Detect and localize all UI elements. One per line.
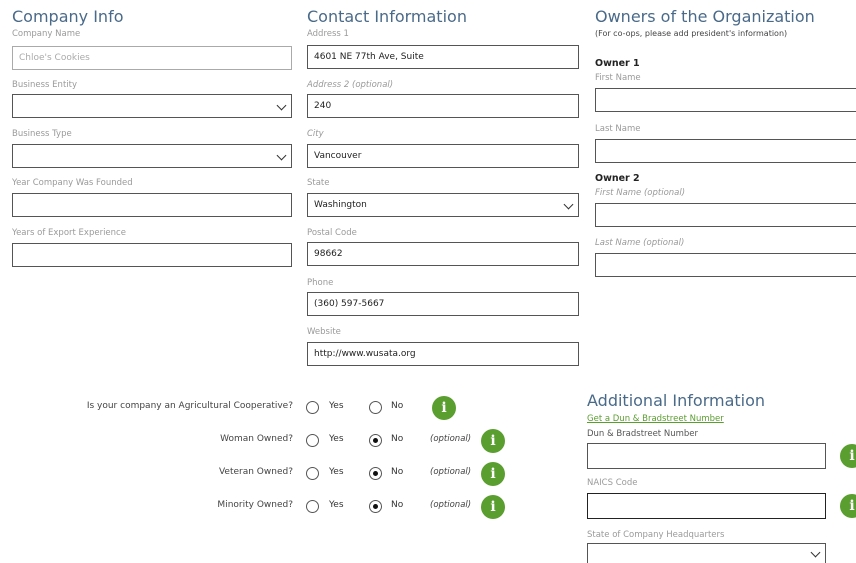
dnb-number-label: Dun & Bradstreet Number [587,429,698,439]
owner1-title: Owner 1 [595,58,640,69]
owner2-first-name-label: First Name (optional) [595,188,686,198]
woman-no-radio[interactable] [369,434,382,447]
company-name-label: Company Name [12,29,81,39]
minority-yes-radio[interactable] [306,500,319,513]
address1-input[interactable]: 4601 NE 77th Ave, Suite [307,45,579,69]
address2-label: Address 2 (optional) [307,80,394,90]
owner2-last-name-input[interactable] [595,253,856,277]
company-name-input[interactable]: Chloe's Cookies [12,46,292,70]
company-info-heading: Company Info [12,7,124,26]
owner1-last-name-input[interactable] [595,139,856,163]
veteran-yes-label: Yes [329,467,344,477]
woman-yes-label: Yes [329,434,344,444]
coop-no-radio[interactable] [369,401,382,414]
minority-optional-text: (optional) [430,500,472,510]
postal-code-input[interactable]: 98662 [307,242,579,266]
minority-owned-label: Minority Owned? [217,500,293,510]
dnb-number-link[interactable]: Get a Dun & Bradstreet Number [587,414,724,424]
coop-no-label: No [391,401,404,411]
coop-yes-label: Yes [329,401,344,411]
hq-state-label: State of Company Headquarters [587,530,725,540]
dnb-number-input[interactable] [587,443,826,469]
postal-code-label: Postal Code [307,228,357,238]
owners-heading: Owners of the Organization [595,7,815,26]
phone-label: Phone [307,278,334,288]
owner2-title: Owner 2 [595,173,640,184]
owner2-first-name-input[interactable] [595,203,856,227]
chevron-down-icon [276,150,287,161]
company-name-value: Chloe's Cookies [19,53,90,63]
naics-code-input[interactable] [587,493,826,519]
veteran-optional-text: (optional) [430,467,472,477]
address2-input[interactable]: 240 [307,94,579,118]
chevron-down-icon [810,547,821,558]
business-type-label: Business Type [12,129,72,139]
contact-info-heading: Contact Information [307,7,467,26]
info-icon[interactable]: i [481,429,505,453]
minority-no-label: No [391,500,404,510]
export-experience-label: Years of Export Experience [12,228,126,238]
info-icon[interactable]: i [481,462,505,486]
woman-no-label: No [391,434,404,444]
owner2-last-name-label: Last Name (optional) [595,238,685,248]
owner1-last-name-label: Last Name [595,124,641,134]
owners-subheading: (For co-ops, please add president's info… [595,29,788,38]
info-icon[interactable]: i [481,495,505,519]
website-label: Website [307,327,341,337]
info-icon[interactable]: i [432,396,456,420]
veteran-owned-label: Veteran Owned? [218,467,293,477]
owner1-first-name-label: First Name [595,73,641,83]
naics-code-label: NAICS Code [587,478,638,488]
additional-info-heading: Additional Information [587,391,766,410]
info-icon[interactable]: i [840,444,856,468]
coop-yes-radio[interactable] [306,401,319,414]
website-input[interactable]: http://www.wusata.org [307,342,579,366]
city-input[interactable]: Vancouver [307,144,579,168]
veteran-no-label: No [391,467,404,477]
state-label: State [307,178,330,188]
woman-yes-radio[interactable] [306,434,319,447]
chevron-down-icon [563,199,574,210]
hq-state-select[interactable] [587,543,826,563]
year-founded-input[interactable] [12,193,292,217]
city-label: City [307,129,324,139]
year-founded-label: Year Company Was Founded [12,178,133,188]
business-entity-select[interactable] [12,94,292,118]
business-type-select[interactable] [12,144,292,168]
veteran-no-radio[interactable] [369,467,382,480]
state-select[interactable]: Washington [307,193,579,217]
info-icon[interactable]: i [840,494,856,518]
phone-input[interactable]: (360) 597-5667 [307,292,579,316]
chevron-down-icon [276,100,287,111]
owner1-first-name-input[interactable] [595,88,856,112]
coop-question-label: Is your company an Agricultural Cooperat… [86,401,293,411]
veteran-yes-radio[interactable] [306,467,319,480]
export-experience-input[interactable] [12,243,292,267]
minority-yes-label: Yes [329,500,344,510]
woman-owned-label: Woman Owned? [220,434,293,444]
woman-optional-text: (optional) [430,434,472,444]
address1-label: Address 1 [307,29,349,39]
business-entity-label: Business Entity [12,80,77,90]
minority-no-radio[interactable] [369,500,382,513]
